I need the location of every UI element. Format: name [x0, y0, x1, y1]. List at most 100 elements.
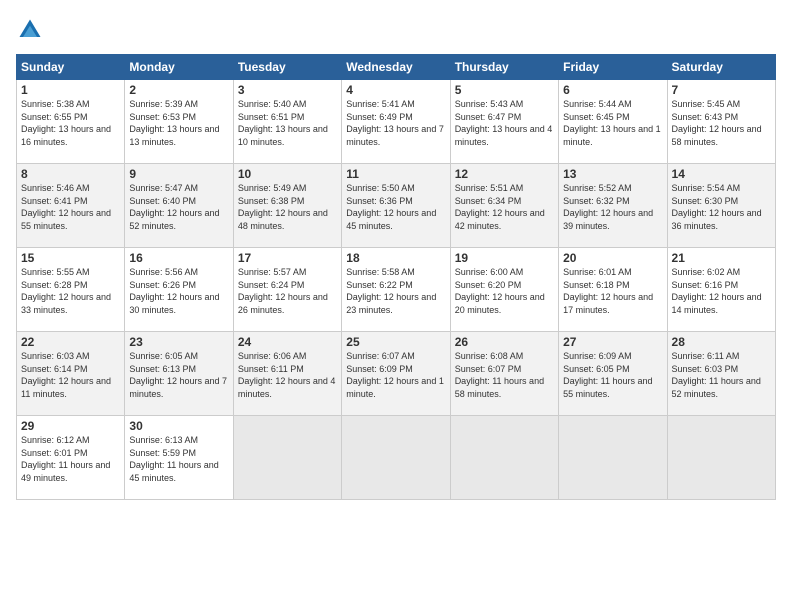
logo: [16, 16, 48, 44]
day-detail: Sunrise: 5:54 AMSunset: 6:30 PMDaylight:…: [672, 183, 762, 231]
table-row: 30 Sunrise: 6:13 AMSunset: 5:59 PMDayligh…: [125, 416, 233, 500]
calendar-row: 22 Sunrise: 6:03 AMSunset: 6:14 PMDayligh…: [17, 332, 776, 416]
table-row: [233, 416, 341, 500]
table-row: [342, 416, 450, 500]
table-row: 9Sunrise: 5:47 AMSunset: 6:40 PMDaylight…: [125, 164, 233, 248]
day-detail: Sunrise: 6:13 AMSunset: 5:59 PMDaylight:…: [129, 435, 218, 483]
table-row: 19 Sunrise: 6:00 AMSunset: 6:20 PMDayligh…: [450, 248, 558, 332]
table-row: 16 Sunrise: 5:56 AMSunset: 6:26 PMDayligh…: [125, 248, 233, 332]
day-number: 27: [563, 335, 662, 349]
day-detail: Sunrise: 5:57 AMSunset: 6:24 PMDaylight:…: [238, 267, 328, 315]
calendar-row: 1 Sunrise: 5:38 AMSunset: 6:55 PMDaylight…: [17, 80, 776, 164]
day-number: 1: [21, 83, 120, 97]
day-detail: Sunrise: 6:09 AMSunset: 6:05 PMDaylight:…: [563, 351, 652, 399]
day-number: 28: [672, 335, 771, 349]
day-detail: Sunrise: 5:38 AMSunset: 6:55 PMDaylight:…: [21, 99, 111, 147]
day-detail: Sunrise: 5:56 AMSunset: 6:26 PMDaylight:…: [129, 267, 219, 315]
day-number: 15: [21, 251, 120, 265]
day-detail: Sunrise: 5:41 AMSunset: 6:49 PMDaylight:…: [346, 99, 444, 147]
day-detail: Sunrise: 5:51 AMSunset: 6:34 PMDaylight:…: [455, 183, 545, 231]
table-row: 4 Sunrise: 5:41 AMSunset: 6:49 PMDaylight…: [342, 80, 450, 164]
day-number: 14: [672, 167, 771, 181]
day-number: 30: [129, 419, 228, 433]
table-row: 26 Sunrise: 6:08 AMSunset: 6:07 PMDayligh…: [450, 332, 558, 416]
table-row: 22 Sunrise: 6:03 AMSunset: 6:14 PMDayligh…: [17, 332, 125, 416]
day-number: 7: [672, 83, 771, 97]
day-number: 21: [672, 251, 771, 265]
col-saturday: Saturday: [667, 55, 775, 80]
header-row: Sunday Monday Tuesday Wednesday Thursday…: [17, 55, 776, 80]
day-detail: Sunrise: 6:08 AMSunset: 6:07 PMDaylight:…: [455, 351, 544, 399]
table-row: 10 Sunrise: 5:49 AMSunset: 6:38 PMDayligh…: [233, 164, 341, 248]
day-number: 25: [346, 335, 445, 349]
day-number: 16: [129, 251, 228, 265]
day-number: 5: [455, 83, 554, 97]
table-row: 24 Sunrise: 6:06 AMSunset: 6:11 PMDayligh…: [233, 332, 341, 416]
table-row: [450, 416, 558, 500]
day-number: 10: [238, 167, 337, 181]
day-detail: Sunrise: 5:55 AMSunset: 6:28 PMDaylight:…: [21, 267, 111, 315]
day-detail: Sunrise: 5:39 AMSunset: 6:53 PMDaylight:…: [129, 99, 219, 147]
table-row: [667, 416, 775, 500]
table-row: 11Sunrise: 5:50 AMSunset: 6:36 PMDayligh…: [342, 164, 450, 248]
day-detail: Sunrise: 6:02 AMSunset: 6:16 PMDaylight:…: [672, 267, 762, 315]
col-tuesday: Tuesday: [233, 55, 341, 80]
day-number: 6: [563, 83, 662, 97]
day-detail: Sunrise: 6:12 AMSunset: 6:01 PMDaylight:…: [21, 435, 110, 483]
table-row: 13 Sunrise: 5:52 AMSunset: 6:32 PMDayligh…: [559, 164, 667, 248]
day-detail: Sunrise: 5:58 AMSunset: 6:22 PMDaylight:…: [346, 267, 436, 315]
table-row: 17 Sunrise: 5:57 AMSunset: 6:24 PMDayligh…: [233, 248, 341, 332]
day-number: 24: [238, 335, 337, 349]
table-row: 3 Sunrise: 5:40 AMSunset: 6:51 PMDaylight…: [233, 80, 341, 164]
day-number: 9: [129, 167, 228, 181]
day-detail: Sunrise: 6:00 AMSunset: 6:20 PMDaylight:…: [455, 267, 545, 315]
day-number: 18: [346, 251, 445, 265]
col-thursday: Thursday: [450, 55, 558, 80]
table-row: 28Sunrise: 6:11 AMSunset: 6:03 PMDayligh…: [667, 332, 775, 416]
day-number: 2: [129, 83, 228, 97]
header: [16, 16, 776, 44]
table-row: 29Sunrise: 6:12 AMSunset: 6:01 PMDayligh…: [17, 416, 125, 500]
table-row: 6 Sunrise: 5:44 AMSunset: 6:45 PMDaylight…: [559, 80, 667, 164]
day-detail: Sunrise: 6:05 AMSunset: 6:13 PMDaylight:…: [129, 351, 227, 399]
day-detail: Sunrise: 5:45 AMSunset: 6:43 PMDaylight:…: [672, 99, 762, 147]
table-row: 23 Sunrise: 6:05 AMSunset: 6:13 PMDayligh…: [125, 332, 233, 416]
table-row: 27 Sunrise: 6:09 AMSunset: 6:05 PMDayligh…: [559, 332, 667, 416]
day-number: 26: [455, 335, 554, 349]
col-sunday: Sunday: [17, 55, 125, 80]
day-detail: Sunrise: 5:40 AMSunset: 6:51 PMDaylight:…: [238, 99, 328, 147]
table-row: [559, 416, 667, 500]
day-number: 23: [129, 335, 228, 349]
day-number: 22: [21, 335, 120, 349]
table-row: 12Sunrise: 5:51 AMSunset: 6:34 PMDayligh…: [450, 164, 558, 248]
day-number: 20: [563, 251, 662, 265]
day-number: 19: [455, 251, 554, 265]
calendar-table: Sunday Monday Tuesday Wednesday Thursday…: [16, 54, 776, 500]
day-detail: Sunrise: 5:52 AMSunset: 6:32 PMDaylight:…: [563, 183, 653, 231]
day-detail: Sunrise: 5:44 AMSunset: 6:45 PMDaylight:…: [563, 99, 661, 147]
table-row: 8 Sunrise: 5:46 AMSunset: 6:41 PMDaylight…: [17, 164, 125, 248]
table-row: 7 Sunrise: 5:45 AMSunset: 6:43 PMDaylight…: [667, 80, 775, 164]
table-row: 15 Sunrise: 5:55 AMSunset: 6:28 PMDayligh…: [17, 248, 125, 332]
day-number: 13: [563, 167, 662, 181]
day-detail: Sunrise: 5:49 AMSunset: 6:38 PMDaylight:…: [238, 183, 328, 231]
table-row: 1 Sunrise: 5:38 AMSunset: 6:55 PMDaylight…: [17, 80, 125, 164]
col-friday: Friday: [559, 55, 667, 80]
table-row: 5 Sunrise: 5:43 AMSunset: 6:47 PMDaylight…: [450, 80, 558, 164]
day-number: 3: [238, 83, 337, 97]
page-container: Sunday Monday Tuesday Wednesday Thursday…: [0, 0, 792, 612]
calendar-row: 8 Sunrise: 5:46 AMSunset: 6:41 PMDaylight…: [17, 164, 776, 248]
table-row: 14 Sunrise: 5:54 AMSunset: 6:30 PMDayligh…: [667, 164, 775, 248]
day-detail: Sunrise: 6:06 AMSunset: 6:11 PMDaylight:…: [238, 351, 336, 399]
day-detail: Sunrise: 5:50 AMSunset: 6:36 PMDaylight:…: [346, 183, 436, 231]
day-detail: Sunrise: 5:46 AMSunset: 6:41 PMDaylight:…: [21, 183, 111, 231]
calendar-row: 15 Sunrise: 5:55 AMSunset: 6:28 PMDayligh…: [17, 248, 776, 332]
day-detail: Sunrise: 6:01 AMSunset: 6:18 PMDaylight:…: [563, 267, 653, 315]
day-number: 8: [21, 167, 120, 181]
day-detail: Sunrise: 5:43 AMSunset: 6:47 PMDaylight:…: [455, 99, 553, 147]
table-row: 21 Sunrise: 6:02 AMSunset: 6:16 PMDayligh…: [667, 248, 775, 332]
logo-icon: [16, 16, 44, 44]
day-detail: Sunrise: 6:03 AMSunset: 6:14 PMDaylight:…: [21, 351, 111, 399]
day-number: 4: [346, 83, 445, 97]
day-number: 17: [238, 251, 337, 265]
